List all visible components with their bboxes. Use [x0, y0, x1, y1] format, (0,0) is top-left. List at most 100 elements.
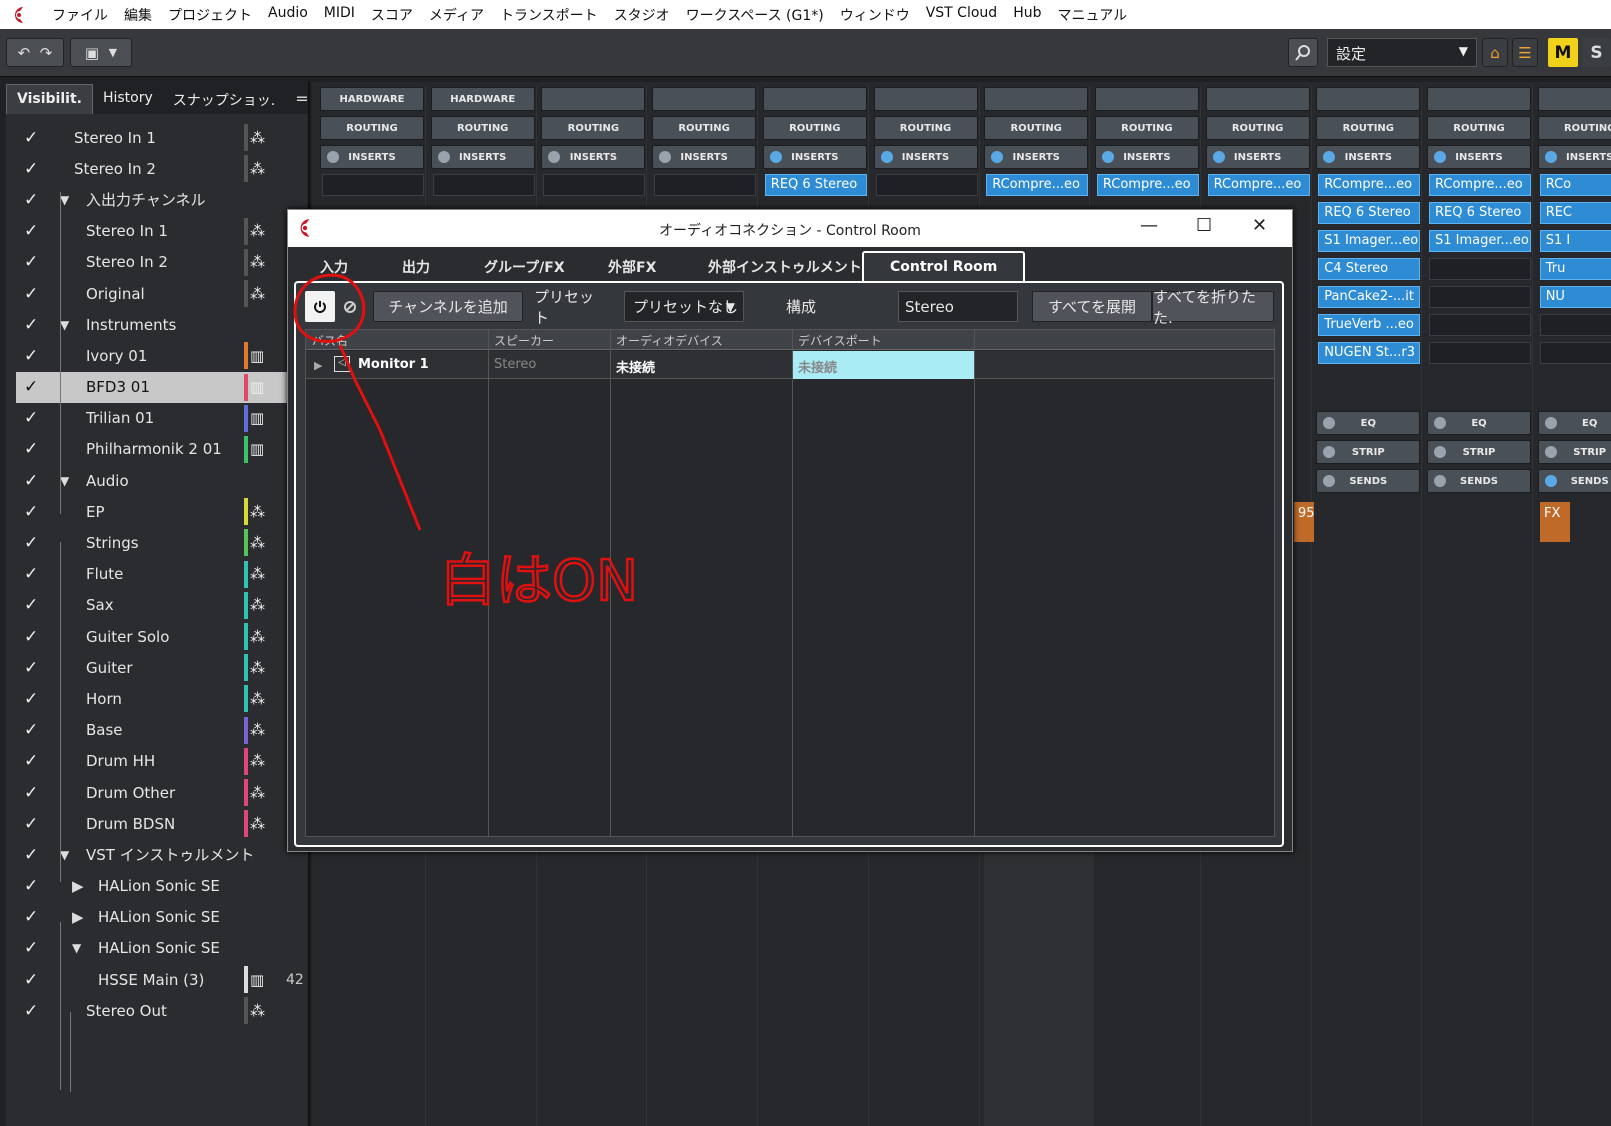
sends-button[interactable]: SENDS: [1537, 469, 1611, 493]
insert-slot[interactable]: [322, 174, 424, 196]
insert-slot[interactable]: [1539, 314, 1611, 336]
list-icon[interactable]: ☰: [1512, 38, 1538, 67]
collapse-triangle-icon[interactable]: ▼: [60, 474, 69, 488]
checkmark-icon[interactable]: ✓: [24, 970, 40, 990]
inserts-button[interactable]: INSERTS: [762, 145, 867, 169]
menu-item-7[interactable]: トランスポート: [492, 5, 606, 25]
insert-slot[interactable]: S1 I: [1539, 230, 1611, 252]
menu-item-11[interactable]: VST Cloud: [918, 5, 1005, 25]
checkmark-icon[interactable]: ✓: [24, 751, 40, 771]
power-toggle-button[interactable]: [305, 291, 335, 322]
menu-item-1[interactable]: 編集: [116, 5, 160, 25]
insert-slot[interactable]: [654, 174, 757, 196]
checkmark-icon[interactable]: ✓: [24, 284, 40, 304]
search-button[interactable]: [1288, 38, 1318, 67]
fx-send-slot[interactable]: FX: [1540, 502, 1570, 542]
insert-slot[interactable]: TrueVerb ...eo: [1318, 314, 1421, 336]
checkmark-icon[interactable]: ✓: [24, 439, 40, 459]
minimize-icon[interactable]: —: [1140, 215, 1158, 236]
inserts-button[interactable]: INSERTS: [1537, 145, 1611, 169]
tab-snapshots[interactable]: スナップショッ.: [163, 84, 285, 114]
enable-dot-icon[interactable]: [1212, 151, 1225, 163]
enable-dot-icon[interactable]: [1323, 151, 1336, 163]
snapshot-button[interactable]: ▣ ▼: [70, 38, 132, 67]
inserts-button[interactable]: INSERTS: [1094, 145, 1199, 169]
checkmark-icon[interactable]: ✓: [24, 128, 40, 148]
enable-dot-icon[interactable]: [1544, 446, 1557, 458]
tab-history[interactable]: History: [93, 84, 163, 114]
checkmark-icon[interactable]: ✓: [24, 938, 40, 958]
column-header-bus-name[interactable]: バス名: [312, 332, 348, 349]
collapse-triangle-icon[interactable]: ▼: [72, 941, 81, 955]
routing-button[interactable]: ROUTING: [1094, 116, 1199, 140]
checkmark-icon[interactable]: ✓: [24, 845, 40, 865]
checkmark-icon[interactable]: ✓: [24, 564, 40, 584]
redo-icon[interactable]: ↷: [40, 44, 53, 62]
enable-dot-icon[interactable]: [1434, 417, 1446, 429]
checkmark-icon[interactable]: ✓: [24, 907, 40, 927]
enable-dot-icon[interactable]: [1323, 417, 1336, 429]
checkmark-icon[interactable]: ✓: [24, 720, 40, 740]
insert-slot[interactable]: [432, 174, 535, 196]
checkmark-icon[interactable]: ✓: [24, 315, 40, 335]
insert-slot[interactable]: [1429, 342, 1531, 364]
tab-input[interactable]: 入力: [320, 257, 348, 277]
checkmark-icon[interactable]: ✓: [24, 658, 40, 678]
menu-item-8[interactable]: スタジオ: [606, 5, 678, 25]
insert-slot[interactable]: S1 Imager...eo: [1318, 230, 1421, 252]
settings-dropdown[interactable]: 設定 ▼: [1327, 38, 1477, 67]
insert-slot[interactable]: NUGEN St...r3: [1318, 342, 1421, 364]
routing-button[interactable]: ROUTING: [541, 116, 646, 140]
insert-slot[interactable]: RCo: [1539, 174, 1611, 196]
expand-all-button[interactable]: すべてを展開: [1032, 291, 1152, 322]
menu-item-10[interactable]: ウィンドウ: [832, 5, 918, 25]
solo-button[interactable]: S: [1582, 38, 1611, 67]
routing-button[interactable]: ROUTING: [652, 116, 757, 140]
insert-slot[interactable]: RCompre...eo: [1207, 174, 1310, 196]
insert-slot[interactable]: PanCake2-...it: [1318, 286, 1421, 308]
collapse-triangle-icon[interactable]: ▼: [60, 318, 69, 332]
insert-slot[interactable]: RCompre...eo: [1429, 174, 1531, 196]
routing-button[interactable]: ROUTING: [762, 116, 867, 140]
expand-triangle-icon[interactable]: ▶: [72, 877, 84, 895]
menu-item-9[interactable]: ワークスペース (G1*): [678, 5, 832, 25]
checkmark-icon[interactable]: ✓: [24, 533, 40, 553]
insert-slot[interactable]: REQ 6 Stereo: [764, 174, 867, 196]
checkmark-icon[interactable]: ✓: [24, 252, 40, 272]
insert-slot[interactable]: REQ 6 Stereo: [1429, 202, 1531, 224]
hardware-button[interactable]: HARDWARE: [430, 87, 535, 111]
insert-slot[interactable]: REQ 6 Stereo: [1318, 202, 1421, 224]
checkmark-icon[interactable]: ✓: [24, 876, 40, 896]
routing-button[interactable]: ROUTING: [320, 116, 424, 140]
enable-dot-icon[interactable]: [659, 151, 672, 163]
sends-button[interactable]: SENDS: [1427, 469, 1531, 493]
routing-button[interactable]: ROUTING: [430, 116, 535, 140]
insert-slot[interactable]: RCompre...eo: [986, 174, 1089, 196]
audio-device-cell[interactable]: 未接続: [616, 357, 655, 376]
insert-slot[interactable]: RCompre...eo: [1318, 174, 1421, 196]
cubase-logo-icon[interactable]: [8, 4, 30, 26]
checkmark-icon[interactable]: ✓: [24, 346, 40, 366]
eq-button[interactable]: EQ: [1427, 411, 1531, 435]
routing-button[interactable]: ROUTING: [1537, 116, 1611, 140]
menu-item-13[interactable]: マニュアル: [1049, 5, 1135, 25]
checkmark-icon[interactable]: ✓: [24, 221, 40, 241]
undo-icon[interactable]: ↶: [18, 44, 31, 62]
table-row[interactable]: ▶ ◁ Monitor 1 Stereo 未接続: [306, 351, 1274, 379]
tab-visibility[interactable]: Visibilit.: [6, 84, 93, 114]
column-header-speaker[interactable]: スピーカー: [494, 332, 554, 349]
insert-slot[interactable]: [1429, 258, 1531, 280]
inserts-button[interactable]: INSERTS: [320, 145, 424, 169]
config-field[interactable]: Stereo: [898, 291, 1018, 322]
routing-button[interactable]: ROUTING: [984, 116, 1089, 140]
inserts-button[interactable]: INSERTS: [1205, 145, 1310, 169]
strip-button[interactable]: STRIP: [1316, 440, 1421, 464]
checkmark-icon[interactable]: ✓: [24, 814, 40, 834]
menu-item-3[interactable]: Audio: [260, 5, 316, 25]
routing-button[interactable]: ROUTING: [1316, 116, 1421, 140]
insert-slot[interactable]: [1539, 342, 1611, 364]
expand-triangle-icon[interactable]: ▶: [314, 359, 322, 372]
enable-dot-icon[interactable]: [437, 151, 450, 163]
disable-icon[interactable]: [338, 291, 362, 322]
collapse-triangle-icon[interactable]: ▼: [60, 848, 69, 862]
